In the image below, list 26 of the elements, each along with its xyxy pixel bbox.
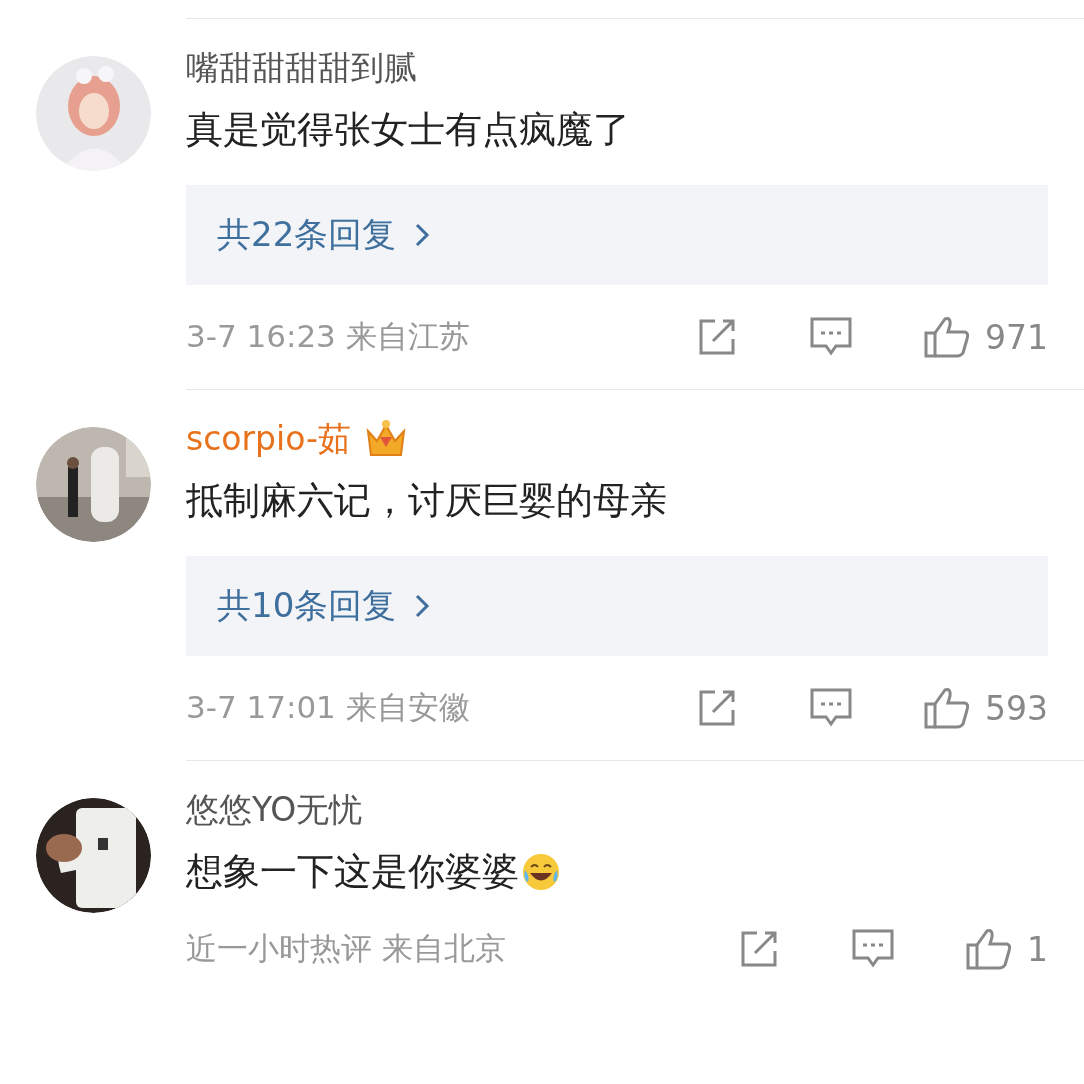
comment-button[interactable] (809, 316, 853, 358)
comment-text: 真是觉得张女士有点疯魔了 (186, 107, 630, 153)
thumbs-up-icon (923, 686, 971, 730)
crown-icon (364, 419, 407, 459)
comment-button[interactable] (851, 928, 895, 970)
comment-icon (851, 928, 895, 970)
comment-icon (809, 316, 853, 358)
replies-link[interactable]: 共10条回复 (186, 556, 1048, 656)
comment-meta: 近一小时热评 来自北京 (186, 929, 506, 968)
replies-link[interactable]: 共22条回复 (186, 185, 1048, 285)
user-name[interactable]: 悠悠YO无忧 (186, 787, 363, 833)
thumbs-up-icon (965, 927, 1013, 971)
comment-meta: 3-7 17:01 来自安徽 (186, 688, 470, 727)
comment-icon (809, 687, 853, 729)
comment-text: 想象一下这是你婆婆 (186, 849, 519, 895)
chevron-icon (414, 222, 431, 248)
comment-meta: 3-7 16:23 来自江苏 (186, 317, 470, 356)
user-name[interactable]: 嘴甜甜甜甜到腻 (186, 45, 417, 91)
thumbs-up-icon (923, 315, 971, 359)
comment-text: 抵制麻六记，讨厌巨婴的母亲 (186, 478, 667, 524)
like-button[interactable]: 971 (923, 315, 1048, 359)
chevron-icon (414, 593, 431, 619)
comment-button[interactable] (809, 687, 853, 729)
like-button[interactable]: 593 (923, 686, 1048, 730)
like-button[interactable]: 1 (965, 927, 1048, 971)
user-name[interactable]: scorpio-茹 (186, 416, 351, 462)
